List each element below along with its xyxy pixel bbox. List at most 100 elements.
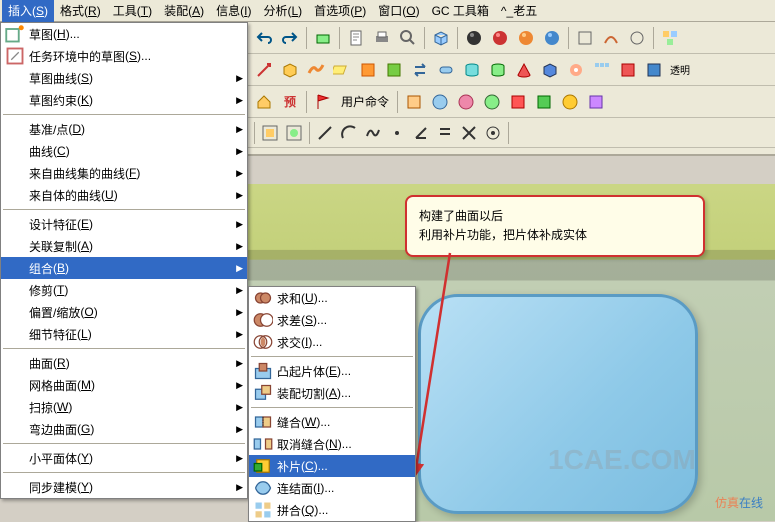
menu-label: 取消缝合 <box>277 436 325 453</box>
menu-item-sync-modeling[interactable]: 同步建模(Y) ▶ <box>1 476 247 498</box>
menu-item-sketch[interactable]: 草图(H)... <box>1 23 247 45</box>
menu-item-curve[interactable]: 曲线(C) ▶ <box>1 140 247 162</box>
tb-btn-flag[interactable] <box>311 90 335 114</box>
tb-btn-assembly[interactable] <box>658 26 682 50</box>
tb-btn-geometry[interactable] <box>311 26 335 50</box>
menu-item-sketch-constraint[interactable]: 草图约束(K) ▶ <box>1 89 247 111</box>
menu-item-mesh-surface[interactable]: 网格曲面(M) ▶ <box>1 374 247 396</box>
submenu-item-emboss[interactable]: 凸起片体(E)... <box>249 360 415 382</box>
tb-btn-angle[interactable] <box>410 122 432 144</box>
menu-label: 草图约束 <box>29 92 77 109</box>
tb-btn-spline[interactable] <box>362 122 384 144</box>
tb-btn-sel2[interactable] <box>283 122 305 144</box>
menu-item-trim[interactable]: 修剪(T) ▶ <box>1 279 247 301</box>
tb-btn-sheet-orange[interactable] <box>304 58 328 82</box>
menu-laowu[interactable]: ^_老五 <box>495 0 543 22</box>
menu-item-associative-copy[interactable]: 关联复制(A) ▶ <box>1 235 247 257</box>
tb-btn-block[interactable] <box>429 26 453 50</box>
tb-btn-c6[interactable] <box>532 90 556 114</box>
tb-btn-box-red[interactable] <box>616 58 640 82</box>
tb-btn-pattern[interactable] <box>590 58 614 82</box>
tb-btn-sphere-blue[interactable] <box>540 26 564 50</box>
tb-btn-vector[interactable] <box>252 58 276 82</box>
tb-btn-doc[interactable] <box>344 26 368 50</box>
menu-item-sweep[interactable]: 扫掠(W) ▶ <box>1 396 247 418</box>
tb-btn-slot[interactable] <box>434 58 458 82</box>
tb-btn-extra1[interactable] <box>625 26 649 50</box>
tb-btn-cyl-green[interactable] <box>486 58 510 82</box>
tb-btn-drill[interactable] <box>564 58 588 82</box>
menu-item-design-feature[interactable]: 设计特征(E) ▶ <box>1 213 247 235</box>
tb-btn-face[interactable] <box>573 26 597 50</box>
tb-btn-budget[interactable]: 预 <box>278 90 302 114</box>
tb-btn-c4[interactable] <box>480 90 504 114</box>
tb-btn-proj[interactable] <box>482 122 504 144</box>
tb-btn-sel1[interactable] <box>259 122 281 144</box>
tb-btn-line[interactable] <box>314 122 336 144</box>
menu-insert[interactable]: 插入(S) <box>2 0 54 22</box>
tb-btn-c2[interactable] <box>428 90 452 114</box>
menu-tools[interactable]: 工具(T) <box>107 0 158 22</box>
menu-item-task-sketch[interactable]: 任务环境中的草图(S)... <box>1 45 247 67</box>
tb-btn-cyl-cyan[interactable] <box>460 58 484 82</box>
tb-btn-undo[interactable] <box>252 26 276 50</box>
tb-btn-c7[interactable] <box>558 90 582 114</box>
tb-btn-zoom[interactable] <box>396 26 420 50</box>
tb-btn-cone-red[interactable] <box>512 58 536 82</box>
menu-info[interactable]: 信息(I) <box>210 0 257 22</box>
model-part[interactable] <box>418 294 698 514</box>
menu-item-sketch-curve[interactable]: 草图曲线(S) ▶ <box>1 67 247 89</box>
menu-item-curve-from-curveset[interactable]: 来自曲线集的曲线(F) ▶ <box>1 162 247 184</box>
tb-btn-sphere-red[interactable] <box>488 26 512 50</box>
tb-btn-sphere-dark[interactable] <box>462 26 486 50</box>
menu-item-detail-feature[interactable]: 细节特征(L) ▶ <box>1 323 247 345</box>
submenu-item-patch[interactable]: 补片(C)... <box>249 455 415 477</box>
submenu-item-quilt[interactable]: 拼合(Q)... <box>249 499 415 521</box>
tb-btn-c8[interactable] <box>584 90 608 114</box>
submenu-item-sew[interactable]: 缝合(W)... <box>249 411 415 433</box>
menu-item-offset-scale[interactable]: 偏置/缩放(O) ▶ <box>1 301 247 323</box>
menu-item-facet-body[interactable]: 小平面体(Y) ▶ <box>1 447 247 469</box>
submenu-item-unsew[interactable]: 取消缝合(N)... <box>249 433 415 455</box>
tb-btn-curve[interactable] <box>599 26 623 50</box>
toolbar-row-4 <box>248 118 775 148</box>
tb-btn-arc[interactable] <box>338 122 360 144</box>
tb-btn-print[interactable] <box>370 26 394 50</box>
menu-item-combine[interactable]: 组合(B) ▶ <box>1 257 247 279</box>
submenu-item-intersect[interactable]: 求交(I)... <box>249 331 415 353</box>
submenu-item-join-face[interactable]: 连结面(I)... <box>249 477 415 499</box>
submenu-item-assembly-cut[interactable]: 装配切割(A)... <box>249 382 415 404</box>
tb-btn-c1[interactable] <box>402 90 426 114</box>
tb-btn-translucent[interactable]: 透明 <box>668 58 692 82</box>
tb-btn-point[interactable] <box>386 122 408 144</box>
tb-btn-house[interactable] <box>252 90 276 114</box>
tb-btn-box-green[interactable] <box>382 58 406 82</box>
callout-line2: 利用补片功能，把片体补成实体 <box>419 226 691 245</box>
menu-gc-toolbox[interactable]: GC 工具箱 <box>426 0 495 22</box>
menu-item-flange-surface[interactable]: 弯边曲面(G) ▶ <box>1 418 247 440</box>
toolbar-separator <box>508 122 509 144</box>
menu-item-datum[interactable]: 基准/点(D) ▶ <box>1 118 247 140</box>
menu-item-surface[interactable]: 曲面(R) ▶ <box>1 352 247 374</box>
menu-assembly[interactable]: 装配(A) <box>158 0 210 22</box>
menu-format[interactable]: 格式(R) <box>54 0 107 22</box>
tb-btn-c5[interactable] <box>506 90 530 114</box>
submenu-item-subtract[interactable]: 求差(S)... <box>249 309 415 331</box>
tb-btn-c3[interactable] <box>454 90 478 114</box>
menu-item-curve-from-body[interactable]: 来自体的曲线(U) ▶ <box>1 184 247 206</box>
tb-btn-cube-yellow[interactable] <box>278 58 302 82</box>
tb-btn-box-blue[interactable] <box>642 58 666 82</box>
menu-separator <box>3 443 245 444</box>
tb-btn-sheet-yellow[interactable] <box>330 58 354 82</box>
menu-window[interactable]: 窗口(O) <box>372 0 425 22</box>
menu-analysis[interactable]: 分析(L) <box>257 0 308 22</box>
tb-btn-model-blue[interactable] <box>538 58 562 82</box>
tb-btn-sphere-orange[interactable] <box>514 26 538 50</box>
menu-preferences[interactable]: 首选项(P) <box>308 0 372 22</box>
tb-btn-swap[interactable] <box>408 58 432 82</box>
tb-btn-box-orange[interactable] <box>356 58 380 82</box>
tb-btn-intersect2[interactable] <box>458 122 480 144</box>
tb-btn-para[interactable] <box>434 122 456 144</box>
tb-btn-redo[interactable] <box>278 26 302 50</box>
submenu-item-unite[interactable]: 求和(U)... <box>249 287 415 309</box>
